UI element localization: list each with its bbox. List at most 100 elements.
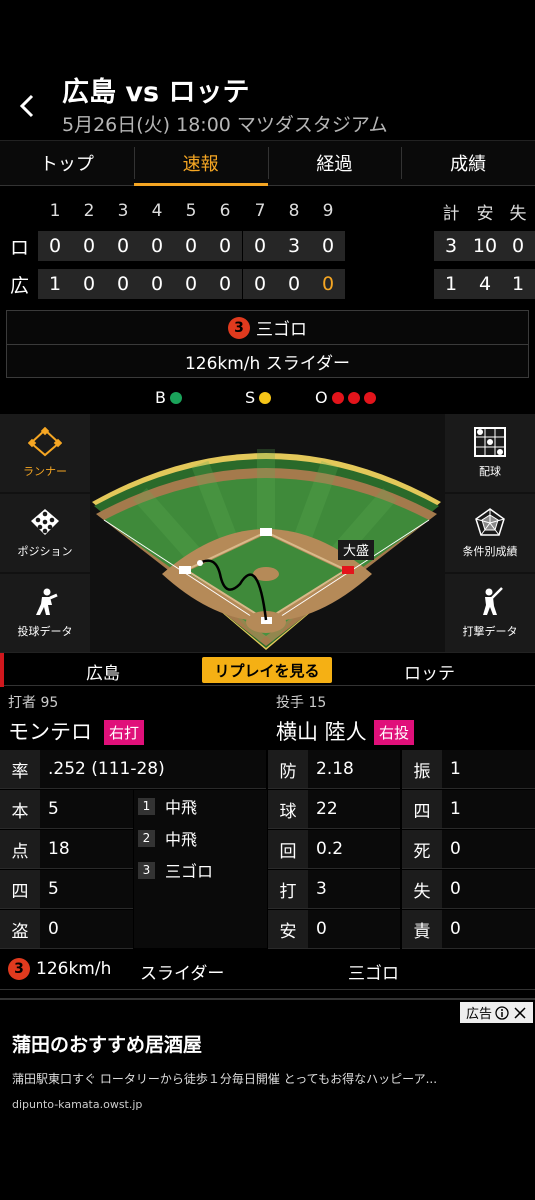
tab-bar: トップ 速報 経過 成績 bbox=[0, 140, 535, 186]
strike-dot bbox=[259, 391, 272, 404]
out-dot bbox=[363, 391, 376, 404]
home-team-marker bbox=[0, 653, 4, 687]
pitcher-name: 横山 陸人 bbox=[276, 720, 367, 744]
pitcher-stat-value: 0 bbox=[442, 830, 535, 869]
split-stats-button[interactable]: 条件別成績 bbox=[445, 494, 535, 572]
pitch-info: 126km/h スライダー bbox=[184, 354, 351, 374]
pitcher-stat-value: 1 bbox=[442, 750, 535, 789]
pitcher-stat-key: 死 bbox=[402, 830, 442, 869]
ad-badge[interactable]: 広告 bbox=[459, 1002, 533, 1023]
batter-role: 打者 95 bbox=[8, 695, 59, 711]
batting-data-button[interactable]: 打撃データ bbox=[445, 574, 535, 652]
radar-chart-icon bbox=[475, 508, 505, 536]
count-indicator: B S O bbox=[0, 386, 535, 410]
pitcher-stat-value: 0 bbox=[442, 910, 535, 949]
third-base bbox=[179, 566, 191, 574]
at-bat-result: 中飛 bbox=[165, 830, 198, 849]
pitch-type: スライダー bbox=[140, 964, 225, 984]
at-bat-item: 2 中飛 bbox=[138, 826, 197, 850]
pitching-data-button[interactable]: 投球データ bbox=[0, 574, 90, 652]
position-icon bbox=[31, 509, 59, 535]
inning-score: 0 bbox=[277, 269, 311, 299]
batter-hand-badge: 右打 bbox=[104, 720, 145, 745]
play-result-box: 3 三ゴロ 126km/h スライダー bbox=[6, 310, 529, 378]
at-bat-item: 1 中飛 bbox=[138, 794, 197, 818]
info-icon[interactable] bbox=[495, 1005, 509, 1020]
ad-url[interactable]: dipunto-kamata.owst.jp bbox=[12, 1098, 142, 1111]
replay-button[interactable]: リプレイを見る bbox=[202, 657, 332, 683]
totals-header: 計 bbox=[442, 203, 460, 224]
at-bat-number: 3 bbox=[138, 861, 155, 879]
pitcher-stat-key: 失 bbox=[402, 870, 442, 909]
batter-stat-value: 18 bbox=[40, 830, 133, 869]
inning-header: 4 bbox=[151, 201, 163, 221]
batter-stat-key: 点 bbox=[0, 830, 40, 869]
inning-score: 0 bbox=[311, 269, 345, 299]
pitcher-card[interactable]: 投手 15 横山 陸人 右投 bbox=[268, 688, 535, 748]
inning-score: 0 bbox=[243, 269, 277, 299]
batter-stat-key: 四 bbox=[0, 870, 40, 909]
at-bat-number: 2 bbox=[138, 829, 155, 847]
inning-score: 0 bbox=[243, 231, 277, 261]
ad-banner[interactable]: 広告 蒲田のおすすめ居酒屋 蒲田駅東口すぐ ロータリーから徒歩１分毎日開催 とっ… bbox=[0, 998, 535, 1118]
close-icon[interactable] bbox=[513, 1006, 527, 1020]
inning-header: 5 bbox=[185, 201, 197, 221]
team-total: 1 bbox=[501, 269, 535, 299]
inning-score: 0 bbox=[72, 231, 106, 261]
back-arrow-icon[interactable] bbox=[14, 90, 42, 122]
tab-top[interactable]: トップ bbox=[0, 141, 134, 185]
pitcher-icon bbox=[36, 588, 58, 615]
batting-data-label: 打撃データ bbox=[462, 625, 518, 638]
pitching-data-label: 投球データ bbox=[17, 625, 73, 638]
runner-button[interactable]: ランナー bbox=[0, 414, 90, 492]
inning-score: 0 bbox=[208, 231, 242, 261]
ad-description: 蒲田駅東口すぐ ロータリーから徒歩１分毎日開催 とってもお得なハッピーア... bbox=[12, 1072, 438, 1086]
tab-stats[interactable]: 成績 bbox=[401, 141, 535, 185]
ball-count: B bbox=[155, 388, 182, 407]
pitcher-stat-value: 3 bbox=[308, 870, 400, 909]
pitcher-hand-badge: 右投 bbox=[374, 720, 415, 745]
second-base bbox=[260, 528, 272, 536]
away-team-button[interactable]: ロッテ bbox=[404, 659, 455, 684]
strike-count: S bbox=[245, 388, 272, 407]
pitcher-role: 投手 15 bbox=[276, 695, 327, 711]
totals-header: 安 bbox=[476, 203, 494, 224]
team-label: 広 bbox=[10, 274, 30, 297]
team-total: 10 bbox=[468, 231, 502, 261]
inning-header: 2 bbox=[83, 201, 95, 221]
ad-title[interactable]: 蒲田のおすすめ居酒屋 bbox=[12, 1030, 202, 1057]
inning-header: 8 bbox=[288, 201, 300, 221]
baseball-field: 大盛 bbox=[90, 414, 443, 652]
page-title: 広島 vs ロッテ bbox=[62, 77, 250, 108]
at-bat-history: 1 中飛 2 中飛 3 三ゴロ bbox=[134, 790, 267, 948]
play-result: 三ゴロ bbox=[256, 320, 307, 340]
batter-stat-key: 本 bbox=[0, 790, 40, 829]
first-base-runner bbox=[342, 566, 354, 574]
at-bat-result: 中飛 bbox=[165, 798, 198, 817]
batter-stat-value: .252 (111-28) bbox=[40, 750, 266, 789]
pitch-speed: 126km/h bbox=[36, 959, 112, 979]
batter-stat-value: 5 bbox=[40, 870, 133, 909]
inning-score: 0 bbox=[38, 231, 72, 261]
batter-card[interactable]: 打者 95 モンテロ 右打 bbox=[0, 688, 266, 748]
inning-header: 3 bbox=[117, 201, 129, 221]
pitcher-stat-value: 22 bbox=[308, 790, 400, 829]
team-total: 0 bbox=[501, 231, 535, 261]
pitcher-stat-key: 防 bbox=[268, 750, 308, 789]
ad-badge-label: 広告 bbox=[465, 1007, 492, 1022]
strike-label: S bbox=[245, 388, 256, 407]
field-panel: ランナー ポジション 投球データ 大盛 配球 条件別成績 打撃データ bbox=[0, 414, 535, 652]
inning-score: 0 bbox=[140, 269, 174, 299]
pitch-pattern-button[interactable]: 配球 bbox=[445, 414, 535, 492]
pitcher-stat-key: 打 bbox=[268, 870, 308, 909]
home-team-button[interactable]: 広島 bbox=[86, 659, 120, 684]
inning-header: 1 bbox=[49, 201, 61, 221]
inning-score: 1 bbox=[38, 269, 72, 299]
header: 広島 vs ロッテ 5月26日(火) 18:00 マツダスタジアム bbox=[0, 0, 535, 140]
batter-stat-key: 率 bbox=[0, 750, 40, 789]
position-button[interactable]: ポジション bbox=[0, 494, 90, 572]
inning-score: 0 bbox=[311, 231, 345, 261]
tab-live[interactable]: 速報 bbox=[133, 141, 268, 186]
tab-progress[interactable]: 経過 bbox=[267, 141, 402, 185]
inning-header: 6 bbox=[219, 201, 231, 221]
